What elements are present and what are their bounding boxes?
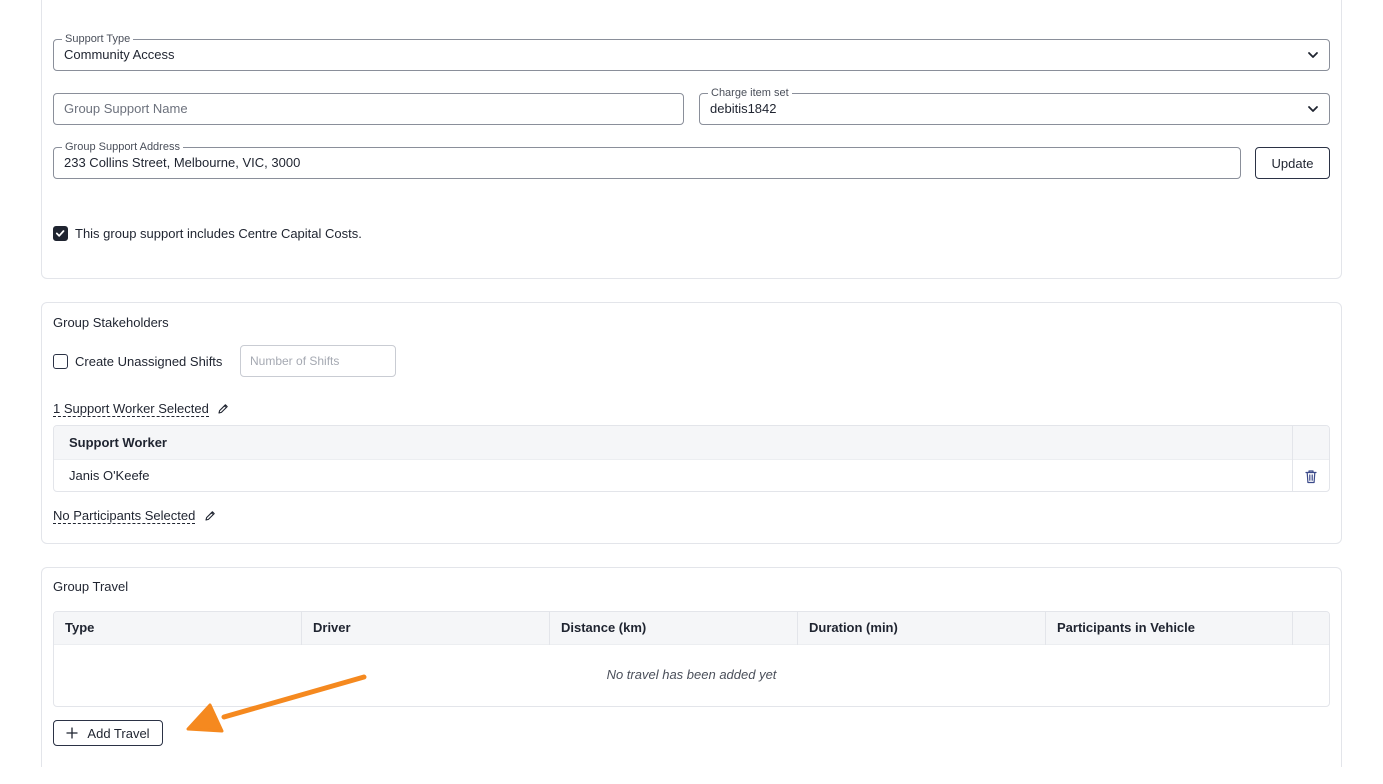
group-details-card: Support Type Community Access Group Supp… [41,0,1342,279]
column-divider [797,612,798,645]
support-type-select[interactable]: Support Type Community Access [53,32,1330,71]
pencil-icon[interactable] [204,510,216,522]
trash-icon[interactable] [1304,469,1318,484]
number-of-shifts-placeholder: Number of Shifts [250,354,340,368]
plus-icon [66,727,79,739]
group-stakeholders-card: Group Stakeholders Create Unassigned Shi… [41,302,1342,544]
charge-item-set-select[interactable]: Charge item set debitis1842 [699,86,1330,125]
add-travel-button[interactable]: Add Travel [53,720,163,746]
add-travel-label: Add Travel [87,725,150,741]
type-column-header: Type [65,620,95,635]
column-divider [549,612,550,645]
group-support-address-input[interactable]: Group Support Address 233 Collins Street… [53,140,1241,179]
chevron-down-icon [1308,52,1318,58]
column-divider [301,612,302,645]
group-stakeholders-title: Group Stakeholders [53,315,169,330]
support-worker-table: Support Worker Janis O'Keefe [53,425,1330,492]
group-support-address-value: 233 Collins Street, Melbourne, VIC, 3000 [64,155,301,170]
chevron-down-icon [1308,106,1318,112]
update-address-button[interactable]: Update [1255,147,1330,179]
pencil-icon[interactable] [217,403,229,415]
distance-column-header: Distance (km) [561,620,647,635]
support-worker-column-header: Support Worker [69,435,167,450]
column-divider [1292,612,1293,645]
participants-selected-link[interactable]: No Participants Selected [53,508,196,524]
centre-capital-costs-checkbox[interactable] [53,226,68,241]
group-travel-card: Group Travel Type Driver Distance (km) D… [41,567,1342,767]
driver-column-header: Driver [313,620,351,635]
support-worker-table-header: Support Worker [54,426,1329,460]
group-support-name-placeholder: Group Support Name [64,101,188,116]
create-unassigned-shifts-checkbox[interactable] [53,354,68,369]
travel-table-header: Type Driver Distance (km) Duration (min)… [54,612,1329,645]
charge-item-set-value: debitis1842 [710,101,777,116]
number-of-shifts-input[interactable]: Number of Shifts [240,345,396,377]
group-support-name-input[interactable]: Group Support Name [53,93,684,125]
support-workers-selected-link[interactable]: 1 Support Worker Selected [53,401,209,417]
duration-column-header: Duration (min) [809,620,898,635]
support-type-value: Community Access [64,47,175,62]
centre-capital-costs-label: This group support includes Centre Capit… [75,226,362,241]
support-worker-name: Janis O'Keefe [69,468,150,483]
participants-in-vehicle-column-header: Participants in Vehicle [1057,620,1195,635]
table-row: Janis O'Keefe [54,460,1329,491]
travel-table: Type Driver Distance (km) Duration (min)… [53,611,1330,707]
column-divider [1045,612,1046,645]
travel-empty-message: No travel has been added yet [606,667,777,682]
group-travel-title: Group Travel [53,579,129,594]
check-icon [55,230,65,237]
create-unassigned-shifts-label: Create Unassigned Shifts [75,354,223,369]
